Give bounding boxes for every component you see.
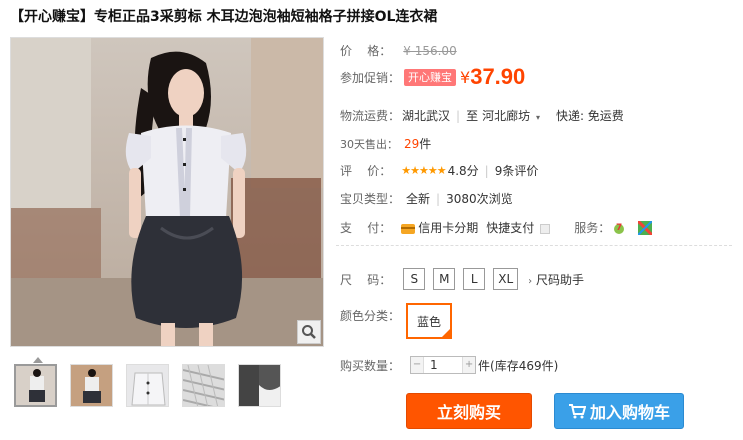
item-type-label: 宝贝类型：: [340, 192, 401, 206]
product-title: 【开心赚宝】专柜正品3采剪标 木耳边泡泡袖短袖格子拼接OL连衣裙: [10, 9, 438, 25]
rating-score: 4.8分: [447, 164, 479, 178]
currency-symbol: ¥: [460, 67, 471, 87]
color-row: 颜色分类： 蓝色: [340, 303, 453, 339]
buy-now-label: 立刻购买: [436, 403, 501, 422]
rating-row: 评 价： ★★★★★ 4.8分 | 9条评价: [340, 162, 539, 179]
thumbnail-1[interactable]: [14, 364, 57, 407]
price-row: 价 格： ¥ 156.00: [340, 42, 457, 59]
size-helper-label: 尺码助手: [536, 272, 585, 287]
item-type-row: 宝贝类型： 全新 | 3080次浏览: [340, 191, 513, 207]
service-label: 服务：: [574, 221, 611, 235]
sales-label: 30天售出：: [340, 137, 398, 151]
main-product-image[interactable]: [10, 37, 324, 347]
installment-option[interactable]: 信用卡分期: [401, 219, 478, 236]
promo-row: 参加促销： 开心赚宝 ¥ 37.90: [340, 64, 525, 90]
color-option-blue[interactable]: 蓝色: [406, 303, 453, 339]
credit-card-icon: [401, 223, 416, 234]
size-option-xl[interactable]: XL: [493, 268, 519, 290]
sales-unit: 件: [419, 137, 432, 151]
thumbnail-pointer: [33, 357, 43, 363]
zoom-button[interactable]: [297, 320, 321, 344]
model-photo: [11, 38, 323, 346]
size-helper-link[interactable]: › 尺码助手: [528, 271, 584, 288]
ship-from: 湖北武汉: [402, 109, 451, 123]
quick-pay-option[interactable]: 快捷支付: [486, 219, 551, 236]
svg-text:7: 7: [616, 223, 622, 233]
thumbnail-5[interactable]: [238, 364, 281, 407]
quick-pay-label: 快捷支付: [486, 221, 535, 235]
ship-to-prefix: 至: [466, 109, 479, 123]
size-row: 尺 码： S M L XL › 尺码助手: [340, 268, 584, 290]
quantity-label: 购买数量：: [340, 358, 401, 373]
guarantee-icon[interactable]: [637, 219, 654, 236]
dropdown-icon: [540, 223, 551, 234]
size-label: 尺 码：: [340, 272, 392, 287]
magnifier-icon: [302, 325, 316, 339]
add-to-cart-label: 加入购物车: [589, 403, 670, 422]
thumbnail-list: [14, 364, 281, 407]
star-rating-icon: ★★★★★: [401, 164, 446, 177]
promo-label: 参加促销：: [340, 70, 401, 85]
rating-label: 评 价：: [340, 164, 392, 178]
seven-day-return-icon[interactable]: 7: [612, 221, 626, 235]
section-divider: [336, 245, 732, 246]
color-option-label: 蓝色: [417, 314, 442, 329]
item-condition: 全新: [406, 192, 431, 206]
size-option-m[interactable]: M: [433, 268, 456, 290]
stock-count: (库存469件): [490, 358, 559, 373]
promo-tag[interactable]: 开心赚宝: [404, 68, 457, 86]
ship-to: 河北廊坊: [482, 109, 531, 123]
shipping-label: 物流运费：: [340, 109, 401, 123]
quantity-unit: 件: [478, 358, 491, 373]
shipping-row: 物流运费： 湖北武汉 | 至 河北廊坊 ▾ 快递: 免运费: [340, 107, 624, 124]
ship-to-select[interactable]: 河北廊坊 ▾: [482, 107, 540, 124]
increase-button[interactable]: +: [463, 357, 476, 373]
cart-icon: [568, 404, 586, 419]
price-label: 价 格：: [340, 44, 392, 58]
quantity-row: 购买数量： − + 件 (库存469件): [340, 356, 558, 374]
ship-method: 快递: 免运费: [555, 109, 624, 123]
add-to-cart-button[interactable]: 加入购物车: [554, 393, 684, 429]
sales-row: 30天售出： 29 件: [340, 135, 431, 152]
chevron-down-icon: ▾: [535, 113, 540, 122]
sales-count: 29: [404, 136, 420, 151]
size-option-l[interactable]: L: [463, 268, 486, 290]
decrease-button[interactable]: −: [411, 357, 424, 373]
size-option-s[interactable]: S: [403, 268, 426, 290]
quantity-stepper: − +: [410, 356, 477, 374]
review-count-link[interactable]: 9条评价: [495, 162, 539, 179]
payment-row: 支 付： 信用卡分期 快捷支付 服务： 7: [340, 219, 654, 236]
selected-check-icon: [441, 328, 452, 338]
promo-price: 37.90: [470, 64, 526, 89]
view-count: 3080次浏览: [446, 192, 513, 206]
thumbnail-4[interactable]: [182, 364, 225, 407]
payment-label: 支 付：: [340, 221, 392, 235]
thumbnail-2[interactable]: [70, 364, 113, 407]
color-label: 颜色分类：: [340, 309, 401, 323]
buy-now-button[interactable]: 立刻购买: [406, 393, 532, 429]
original-price: ¥ 156.00: [403, 43, 457, 58]
quantity-input[interactable]: [423, 357, 464, 373]
chevron-right-icon: ›: [528, 275, 533, 287]
thumbnail-3[interactable]: [126, 364, 169, 407]
installment-label: 信用卡分期: [418, 221, 479, 235]
